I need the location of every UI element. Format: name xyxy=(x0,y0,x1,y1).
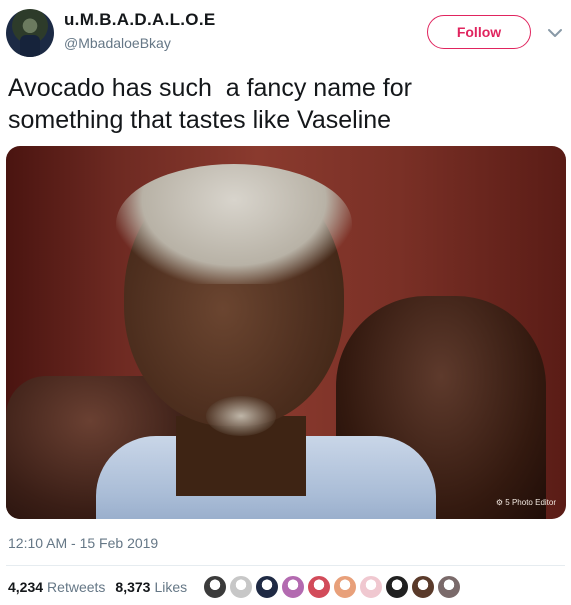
liker-avatar-icon[interactable] xyxy=(411,575,435,599)
likes-count: 8,373 xyxy=(115,579,151,595)
liker-avatar-icon[interactable] xyxy=(333,575,357,599)
liker-avatar-icon[interactable] xyxy=(255,575,279,599)
follow-button[interactable]: Follow xyxy=(427,15,531,49)
author-display-name[interactable]: u.M.B.A.D.A.L.O.E xyxy=(64,10,215,30)
liker-avatar-icon[interactable] xyxy=(385,575,409,599)
liker-avatar-icon[interactable] xyxy=(229,575,253,599)
retweets-stat[interactable]: 4,234 Retweets xyxy=(8,579,105,595)
author-avatar[interactable] xyxy=(6,9,54,57)
chevron-down-icon[interactable] xyxy=(546,24,564,42)
beard xyxy=(206,396,276,436)
author-handle[interactable]: @MbadaloeBkay xyxy=(64,35,171,51)
liker-avatar-icon[interactable] xyxy=(307,575,331,599)
retweets-count: 4,234 xyxy=(8,579,44,595)
tweet-text: Avocado has such a fancy name for someth… xyxy=(8,74,412,134)
hair xyxy=(116,164,352,284)
photo-watermark: ⚙ 5 Photo Editor xyxy=(495,498,556,507)
tweet-timestamp[interactable]: 12:10 AM - 15 Feb 2019 xyxy=(8,535,158,551)
retweets-label: Retweets xyxy=(47,579,106,595)
likes-label: Likes xyxy=(154,579,188,595)
liker-avatar-icon[interactable] xyxy=(281,575,305,599)
divider xyxy=(6,565,565,566)
tweet-stats: 4,234 Retweets 8,373 Likes xyxy=(8,579,187,595)
tweet-photo[interactable]: ⚙ 5 Photo Editor xyxy=(6,146,566,519)
liker-avatar-icon[interactable] xyxy=(359,575,383,599)
liker-avatars xyxy=(203,575,461,599)
liker-avatar-icon[interactable] xyxy=(437,575,461,599)
likes-stat[interactable]: 8,373 Likes xyxy=(115,579,187,595)
liker-avatar-icon[interactable] xyxy=(203,575,227,599)
